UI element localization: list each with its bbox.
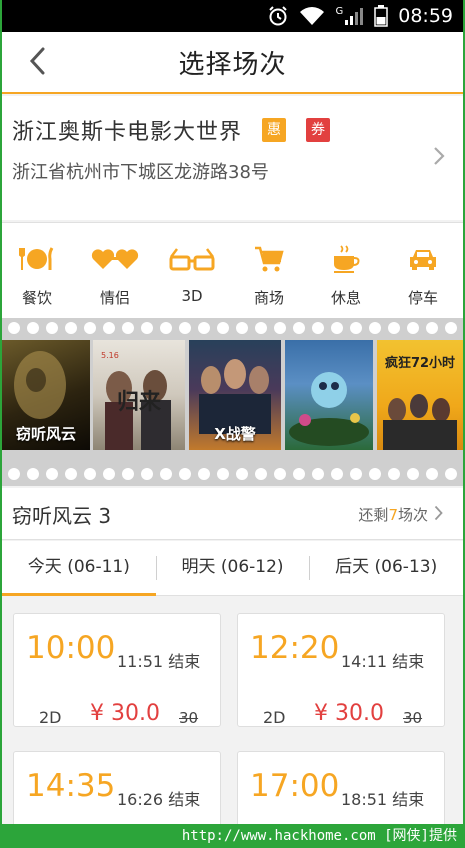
cinema-address: 浙江省杭州市下城区龙游路38号 (12, 162, 269, 183)
remaining-prefix: 还剩 (358, 506, 389, 524)
poster-title: 归来 (116, 390, 161, 415)
watermark-bar: http://www.hackhome.com [网侠]提供 (0, 824, 465, 848)
movie-title: 窃听风云 3 (12, 504, 112, 528)
facility-label: 休息 (330, 289, 361, 307)
signal-icon: G (335, 6, 364, 26)
facilities-bar: 餐饮 情侣 3D 商场 休息 停车 (2, 222, 463, 318)
cinema-name: 浙江奥斯卡电影大世界 (12, 120, 243, 145)
facility-3d: 3D (157, 223, 227, 305)
movie-info-row[interactable]: 窃听风云 3 还剩7场次 (2, 488, 463, 540)
movie-poster[interactable] (285, 340, 373, 450)
poster-title: 疯狂72小时 (384, 356, 456, 371)
facility-label: 餐饮 (21, 289, 52, 307)
cinema-name-row: 浙江奥斯卡电影大世界 惠 券 (12, 114, 331, 146)
header-bar: 选择场次 (2, 32, 463, 94)
chevron-right-icon (434, 505, 443, 525)
remaining-showtimes[interactable]: 还剩7场次 (358, 504, 443, 525)
back-button[interactable] (22, 46, 52, 80)
coffee-cup-icon (311, 241, 381, 277)
end-time: 16:26 结束 (117, 790, 201, 809)
film-holes-bottom (2, 468, 463, 480)
battery-icon (374, 5, 388, 27)
facility-dining: 餐饮 (2, 223, 72, 308)
facility-label: 商场 (253, 289, 284, 307)
cinema-info[interactable]: 浙江奥斯卡电影大世界 惠 券 浙江省杭州市下城区龙游路38号 (2, 96, 463, 220)
clock: 08:59 (398, 5, 453, 27)
facility-rest: 休息 (311, 223, 381, 308)
alarm-icon (267, 5, 289, 27)
coupon-badge: 券 (306, 118, 331, 142)
tab-today[interactable]: 今天 (06-11) (2, 541, 156, 596)
end-time: 11:51 结束 (117, 652, 201, 671)
facility-parking: 停车 (388, 223, 458, 308)
movie-poster[interactable]: 5.16 归来 (93, 340, 185, 450)
format-label: 2D (263, 708, 286, 727)
car-icon (388, 241, 458, 277)
tab-tomorrow[interactable]: 明天 (06-12) (155, 541, 310, 595)
remaining-count: 7 (388, 506, 398, 524)
movie-poster[interactable]: 窃听风云 (2, 340, 90, 450)
showtime-card[interactable]: 10:00 11:51 结束 2D ¥ 30.0 30 (13, 613, 221, 727)
original-price: 30 (179, 709, 199, 727)
facility-label: 情侣 (99, 289, 130, 307)
couple-hearts-icon (80, 241, 150, 277)
end-time: 18:51 结束 (341, 790, 425, 809)
start-time: 12:20 (250, 630, 340, 666)
dining-icon (2, 241, 72, 277)
format-label: 2D (39, 708, 62, 727)
film-holes-top (2, 322, 463, 334)
poster-title: X战警 (214, 425, 256, 443)
tab-day-after-tomorrow[interactable]: 后天 (06-13) (309, 541, 463, 595)
price: ¥ 30.0 (314, 701, 384, 726)
movie-poster[interactable]: X战警 (189, 340, 281, 450)
svg-text:5.16: 5.16 (101, 351, 119, 360)
start-time: 10:00 (26, 630, 116, 666)
end-time: 14:11 结束 (341, 652, 425, 671)
status-bar: G 08:59 (0, 0, 465, 32)
facility-label: 停车 (407, 289, 438, 307)
showtime-card[interactable]: 12:20 14:11 结束 2D ¥ 30.0 30 (237, 613, 445, 727)
poster-carousel[interactable]: 窃听风云 5.16 归来 X战警 疯狂72小时 (2, 318, 463, 486)
network-type-label: G (335, 6, 344, 17)
poster-title: 窃听风云 (15, 425, 76, 443)
discount-badge: 惠 (262, 118, 287, 142)
remaining-suffix: 场次 (397, 506, 428, 524)
page-title: 选择场次 (178, 49, 287, 80)
start-time: 14:35 (26, 768, 116, 804)
wifi-icon (299, 6, 325, 26)
movie-poster[interactable]: 疯狂72小时 (377, 340, 463, 450)
date-tabs: 今天 (06-11) 明天 (06-12) 后天 (06-13) (2, 541, 463, 596)
3d-glasses-icon (157, 241, 227, 277)
chevron-left-icon (28, 47, 46, 79)
start-time: 17:00 (250, 768, 340, 804)
facility-mall: 商场 (234, 223, 304, 308)
facility-label: 3D (181, 287, 203, 305)
chevron-right-icon (433, 146, 445, 170)
facility-couple: 情侣 (80, 223, 150, 308)
shopping-cart-icon (234, 241, 304, 277)
original-price: 30 (403, 709, 423, 727)
price: ¥ 30.0 (90, 701, 160, 726)
